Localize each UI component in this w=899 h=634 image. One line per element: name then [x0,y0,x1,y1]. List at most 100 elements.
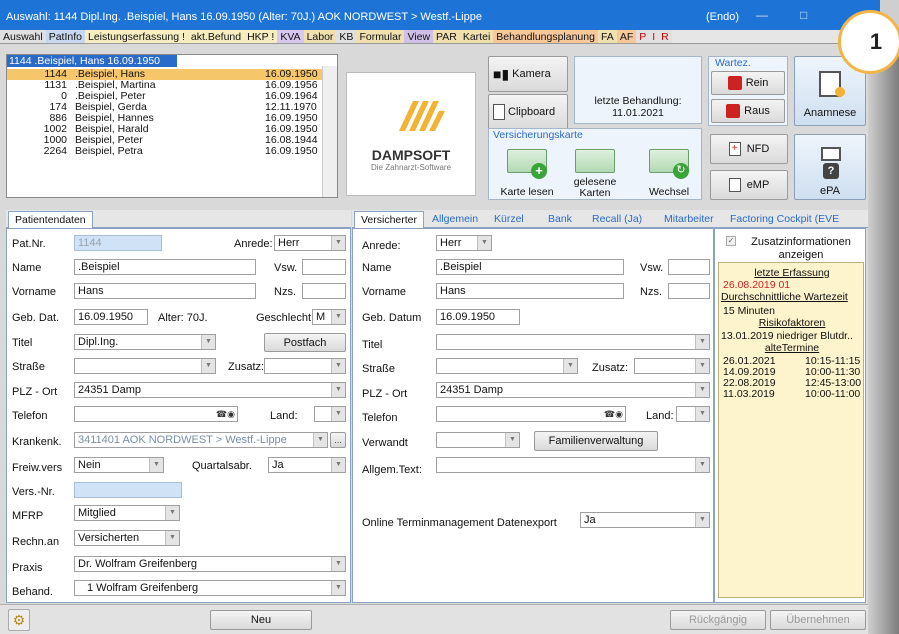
letzte-behandlung-date: 11.01.2021 [612,107,664,119]
r-gebdat-field[interactable]: 16.09.1950 [436,309,520,325]
nzs-field[interactable] [302,283,346,299]
r-anrede-select[interactable]: Herr ▼ [436,235,492,251]
r-vsw-field[interactable] [668,259,710,275]
familienverwaltung-button[interactable]: Familienverwaltung [534,431,658,451]
menu-par[interactable]: PAR [433,30,460,43]
telefon-field[interactable]: ☎◉ [74,406,238,422]
menu-kartei[interactable]: Kartei [459,30,494,43]
emp-button[interactable]: eMP [710,170,788,200]
uebernehmen-button[interactable]: Übernehmen [770,610,866,630]
rechn-select[interactable]: Versicherten ▼ [74,530,180,546]
nfd-button[interactable]: + NFD [710,134,788,164]
logo-stripes-icon [399,101,445,131]
postfach-button[interactable]: Postfach [264,333,346,352]
vorname-field[interactable]: Hans [74,283,256,299]
online-select[interactable]: Ja ▼ [580,512,710,528]
vsw-field[interactable] [302,259,346,275]
raus-button[interactable]: Raus [711,99,785,123]
epa-button[interactable]: ? ePA [794,134,866,200]
r-land-select[interactable]: ▼ [676,406,710,422]
gear-icon[interactable]: ⚙ [8,609,30,631]
r-strasse-select[interactable]: ▼ [436,358,578,374]
tab-allgemein[interactable]: Allgemein [426,211,484,228]
karte-lesen-button[interactable]: Karte lesen [493,187,561,198]
vsw-label: Vsw. [274,262,298,274]
menu-behandlungsplanung[interactable]: Behandlungsplanung [493,30,598,43]
wartezeit-heading: Durchschnittliche Wartezeit [721,291,848,303]
list-item[interactable]: 2264 Beispiel, Petra 16.09.1950 [7,146,337,157]
menu-i[interactable]: I [649,30,659,43]
tab-bank[interactable]: Bank [542,211,578,228]
mfrp-select[interactable]: Mitglied ▼ [74,505,180,521]
r-titel-select[interactable]: ▼ [436,334,710,350]
freiw-select[interactable]: Nein ▼ [74,457,164,473]
tab-mitarbeiter[interactable]: Mitarbeiter [658,211,720,228]
menu-r[interactable]: R [658,30,672,43]
anrede-select[interactable]: Herr ▼ [274,235,346,251]
minimize-icon[interactable]: — [756,8,768,22]
r-vorname-field[interactable]: Hans [436,283,624,299]
menu-af[interactable]: AF [616,30,637,43]
chevron-down-icon: ▼ [165,531,179,545]
chevron-down-icon: ▼ [165,506,179,520]
tab-recall[interactable]: Recall (Ja) [586,211,648,228]
r-verwandt-select[interactable]: ▼ [436,432,520,448]
menu-leistungserfassung[interactable]: Leistungserfassung ! [84,30,188,43]
menu-patinfo[interactable]: PatInfo [45,30,85,43]
menu-hkp[interactable]: HKP ! [244,30,278,43]
r-titel-label: Titel [362,339,383,351]
versnr-label: Vers.-Nr. [12,486,55,498]
tab-factoring[interactable]: Factoring Cockpit (EVE [724,211,845,228]
r-nzs-field[interactable] [668,283,710,299]
zusatzinfo-checkbox[interactable]: ✓ [726,236,736,246]
neu-button[interactable]: Neu [210,610,312,630]
tab-versicherter[interactable]: Versicherter [354,211,425,228]
card-read-list-icon[interactable] [575,149,615,173]
gelesene-karten-button[interactable]: gelesene Karten [561,177,629,199]
wechsel-button[interactable]: Wechsel [635,187,703,198]
tab-patientendaten[interactable]: Patientendaten [8,211,93,228]
patient-search-input[interactable]: 1144 .Beispiel, Hans 16.09.1950 [7,55,177,67]
quartal-select[interactable]: Ja ▼ [268,457,346,473]
behandler-select[interactable]: 1 Wolfram Greifenberg ▼ [74,580,346,596]
menu-fa[interactable]: FA [597,30,617,43]
patient-list-scrollbar[interactable] [322,66,337,197]
plz-select[interactable]: 24351 Damp ▼ [74,382,346,398]
strasse-select[interactable]: ▼ [74,358,216,374]
menu-auswahl[interactable]: Auswahl [0,30,46,43]
titel-select[interactable]: Dipl.Ing. ▼ [74,334,216,350]
menu-labor[interactable]: Labor [303,30,337,43]
r-plz-select[interactable]: 24351 Damp ▼ [436,382,710,398]
tab-kuerzel[interactable]: Kürzel [488,211,530,228]
r-zusatz-select[interactable]: ▼ [634,358,710,374]
kamera-button[interactable]: ■▮ Kamera [488,56,568,92]
menu-kva[interactable]: KVA [277,30,304,43]
nzs-label: Nzs. [274,286,296,298]
vorname-label: Vorname [12,286,57,298]
r-vsw-label: Vsw. [640,262,664,274]
menu-akt-befund[interactable]: akt.Befund [187,30,245,43]
praxis-select[interactable]: Dr. Wolfram Greifenberg ▼ [74,556,346,572]
menu-view[interactable]: View [404,30,434,43]
menu-formular[interactable]: Formular [356,30,405,43]
phone-icon[interactable]: ☎◉ [216,407,235,421]
zusatz-select[interactable]: ▼ [264,358,346,374]
rueckgaengig-button[interactable]: Rückgängig [670,610,766,630]
menu-kb[interactable]: KB [336,30,357,43]
menu-p[interactable]: P [636,30,650,43]
r-telefon-field[interactable]: ☎◉ [436,406,626,422]
rein-button[interactable]: Rein [711,71,785,95]
geschlecht-select[interactable]: M ▼ [312,309,346,325]
krankenkasse-details-button[interactable]: … [330,432,346,448]
krankenkasse-select[interactable]: 3411401 AOK NORDWEST > Westf.-Lippe ▼ [74,432,328,448]
maximize-icon[interactable]: □ [800,8,807,22]
phone-icon[interactable]: ☎◉ [604,407,623,421]
name-field[interactable]: .Beispiel [74,259,256,275]
r-name-field[interactable]: .Beispiel [436,259,624,275]
clipboard-button[interactable]: Clipboard [488,94,568,130]
patient-list[interactable]: 1144 .Beispiel, Hans 16.09.1950 1144 .Bei… [6,54,338,198]
chevron-down-icon: ▼ [695,383,709,397]
r-allgem-select[interactable]: ▼ [436,457,710,473]
land-select[interactable]: ▼ [314,406,346,422]
gebdat-field[interactable]: 16.09.1950 [74,309,148,325]
